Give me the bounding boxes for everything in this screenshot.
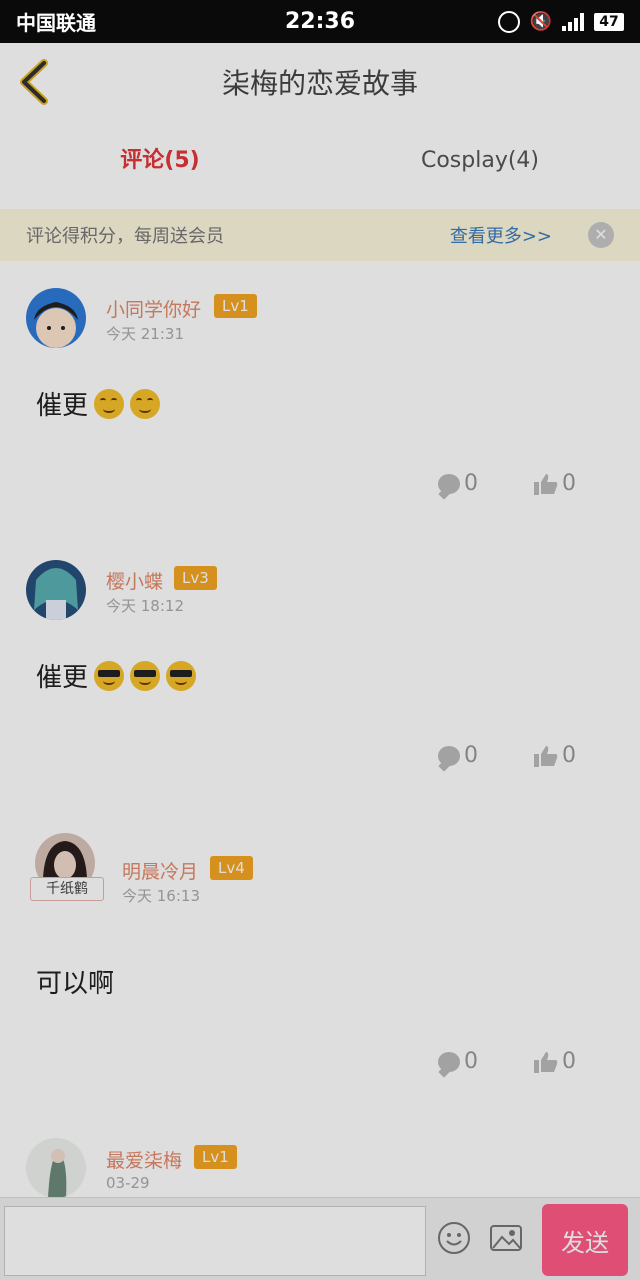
reply-button[interactable]: 0 (438, 743, 478, 768)
reply-button[interactable]: 0 (438, 1049, 478, 1074)
signal-icon (562, 12, 584, 31)
like-button[interactable]: 0 (534, 743, 576, 768)
thumbs-up-icon (534, 1051, 558, 1073)
like-button[interactable]: 0 (534, 1049, 576, 1074)
level-badge: Lv3 (174, 566, 217, 590)
reply-count: 0 (464, 1049, 478, 1074)
level-badge: Lv4 (210, 856, 253, 880)
comment-actions: 0 0 (438, 471, 576, 496)
smile-emoji-icon (130, 388, 161, 419)
comment-time: 今天 21:31 (106, 325, 184, 343)
reply-count: 0 (464, 743, 478, 768)
like-count: 0 (562, 471, 576, 496)
comment-text: 催更 (36, 663, 89, 693)
tab-bar: 评论(5) Cosplay(4) (0, 121, 640, 211)
like-count: 0 (562, 743, 576, 768)
medal-badge: 千纸鹤 (30, 877, 104, 901)
send-button[interactable]: 发送 (542, 1204, 628, 1276)
username[interactable]: 小同学你好 (106, 295, 201, 322)
level-badge: Lv1 (194, 1145, 237, 1169)
sunglasses-emoji-icon (94, 660, 125, 691)
comment-body: 可以啊 (36, 963, 114, 1000)
like-button[interactable]: 0 (534, 471, 576, 496)
reply-count: 0 (464, 471, 478, 496)
carrier-name: 中国联通 (16, 11, 96, 35)
sunglasses-emoji-icon (166, 660, 197, 691)
notice-text: 评论得积分，每周送会员 (26, 226, 224, 247)
comment-time: 今天 18:12 (106, 597, 184, 615)
avatar[interactable] (26, 560, 86, 620)
username[interactable]: 樱小蝶 (106, 567, 163, 594)
reply-button[interactable]: 0 (438, 471, 478, 496)
comment-text: 可以啊 (36, 969, 115, 999)
comment-item: 樱小蝶 Lv3 今天 18:12 催更 0 0 (0, 533, 640, 806)
app-header: 柒梅的恋爱故事 (0, 43, 640, 122)
thumbs-up-icon (534, 745, 558, 767)
like-count: 0 (562, 1049, 576, 1074)
alarm-icon (497, 10, 520, 33)
sunglasses-emoji-icon (130, 660, 161, 691)
image-picker-icon[interactable] (488, 1220, 524, 1256)
comment-text: 催更 (36, 391, 89, 421)
page-title: 柒梅的恋爱故事 (221, 67, 418, 100)
battery-indicator: 47 (594, 12, 624, 31)
view-more-link[interactable]: 查看更多>> (450, 222, 552, 248)
comment-input-bar: 发送 (0, 1197, 640, 1280)
comment-item: 最爱柒梅 Lv1 03-29 (0, 1112, 640, 1198)
back-arrow-icon[interactable] (16, 59, 56, 105)
mute-icon: 🔇 (529, 11, 552, 32)
close-icon[interactable]: ✕ (588, 222, 614, 248)
level-badge: Lv1 (214, 294, 257, 318)
comment-time: 03-29 (106, 1174, 150, 1192)
comment-bubble-icon (438, 1051, 460, 1072)
comment-actions: 0 0 (438, 1049, 576, 1074)
smile-emoji-icon (94, 388, 125, 419)
comment-body: 催更 (36, 657, 197, 694)
points-notice-banner: 评论得积分，每周送会员 查看更多>> ✕ (0, 209, 640, 261)
comment-bubble-icon (438, 745, 460, 766)
username[interactable]: 明晨冷月 (122, 857, 198, 884)
thumbs-up-icon (534, 473, 558, 495)
tab-comments[interactable]: 评论(5) (0, 121, 320, 209)
emoji-picker-icon[interactable] (436, 1220, 472, 1256)
tab-cosplay[interactable]: Cosplay(4) (320, 121, 640, 209)
status-bar: 中国联通 22:36 🔇 47 (0, 0, 640, 43)
comment-actions: 0 0 (438, 743, 576, 768)
status-icons: 🔇 47 (497, 10, 624, 33)
comment-input[interactable] (4, 1206, 426, 1276)
comment-item: 小同学你好 Lv1 今天 21:31 催更 0 0 (0, 261, 640, 534)
comment-bubble-icon (438, 473, 460, 494)
username[interactable]: 最爱柒梅 (106, 1146, 182, 1173)
avatar[interactable] (26, 288, 86, 348)
comment-body: 催更 (36, 385, 161, 422)
comment-time: 今天 16:13 (122, 887, 200, 905)
comment-item: 千纸鹤 明晨冷月 Lv4 今天 16:13 可以啊 0 0 (0, 805, 640, 1113)
avatar[interactable] (26, 1138, 86, 1198)
